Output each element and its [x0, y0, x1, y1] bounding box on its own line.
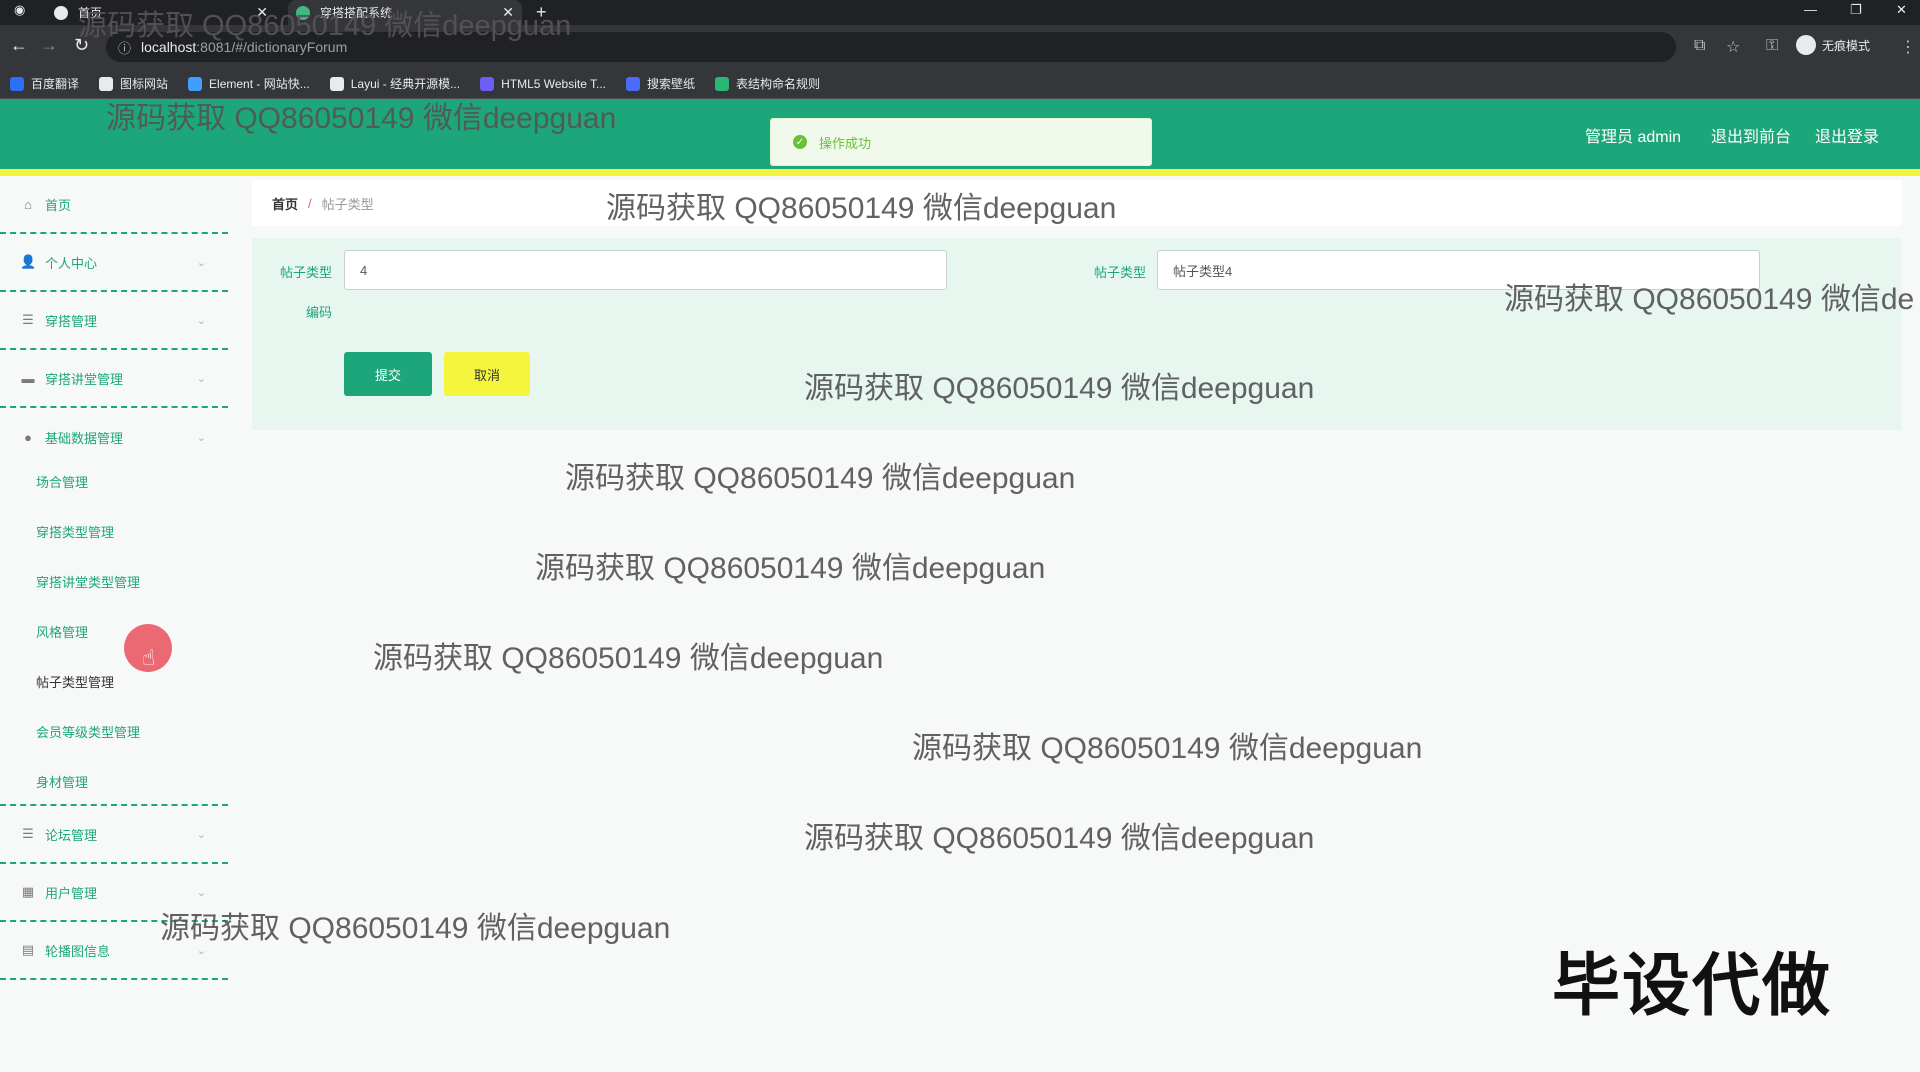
- logout-link[interactable]: 退出登录: [1815, 123, 1879, 147]
- archive-icon: ▤: [21, 942, 35, 957]
- sidebar-item-label: 基础数据管理: [45, 430, 124, 446]
- bookmark-icon: [99, 76, 114, 91]
- bookmark-item[interactable]: Layui - 经典开源模...: [329, 75, 461, 92]
- chevron-down-icon: ⌄: [196, 431, 206, 444]
- bookmark-item[interactable]: 搜索壁纸: [626, 75, 695, 92]
- key-icon[interactable]: ⚿: [1766, 37, 1778, 55]
- sidebar-item[interactable]: ● 基础数据管理 ⌄: [0, 408, 228, 466]
- hand-cursor-icon: ☝: [142, 645, 156, 670]
- watermark: 源码获取 QQ86050149 微信deepguan: [606, 192, 1117, 225]
- watermark: 源码获取 QQ86050149 微信deepguan: [804, 372, 1315, 405]
- bookmark-label: 图标网站: [120, 77, 169, 91]
- check-icon: ✓: [793, 135, 807, 149]
- submenu-item[interactable]: 穿搭类型管理: [36, 522, 114, 541]
- submenu-item[interactable]: 风格管理: [36, 622, 88, 641]
- incognito-indicator[interactable]: 无痕模式: [1796, 35, 1870, 55]
- bookmark-label: HTML5 Website T...: [501, 76, 607, 91]
- bookmark-icon: [188, 76, 203, 91]
- sidebar-item-label: 轮播图信息: [45, 943, 111, 959]
- translate-icon[interactable]: ⧉: [1694, 37, 1705, 55]
- bookmark-item[interactable]: HTML5 Website T...: [480, 76, 607, 91]
- bookmark-label: Layui - 经典开源模...: [350, 77, 461, 91]
- watermark: 源码获取 QQ86050149 微信deepguan: [912, 732, 1423, 765]
- sidebar-item-label: 个人中心: [45, 255, 98, 271]
- chevron-down-icon: ⌄: [196, 886, 206, 899]
- bookmark-item[interactable]: 百度翻译: [10, 75, 79, 92]
- sidebar-item-label: 穿搭管理: [45, 313, 98, 329]
- submenu-item[interactable]: 会员等级类型管理: [36, 722, 140, 741]
- code-label-line2: 编码: [305, 305, 332, 320]
- code-input[interactable]: 4: [344, 250, 947, 290]
- bookmark-star-icon[interactable]: ☆: [1726, 37, 1740, 57]
- chrome-logo-icon: ◉: [14, 2, 26, 17]
- sidebar-item[interactable]: ☰ 穿搭管理 ⌄: [0, 292, 228, 350]
- incognito-icon: [1796, 35, 1816, 55]
- sidebar-item-label: 穿搭讲堂管理: [45, 371, 124, 387]
- back-icon[interactable]: ←: [10, 35, 28, 56]
- sidebar-item-label: 首页: [45, 197, 72, 213]
- watermark: 源码获取 QQ86050149 微信deepguan: [373, 642, 884, 675]
- sidebar-item-label: 论坛管理: [45, 827, 98, 843]
- bookmark-item[interactable]: Element - 网站快...: [188, 75, 310, 92]
- more-menu-icon[interactable]: ⋮: [1900, 37, 1916, 57]
- watermark: 源码获取 QQ86050149 微信deepguan: [106, 102, 617, 135]
- bookmark-icon: [10, 76, 24, 91]
- bookmark-label: 搜索壁纸: [647, 77, 696, 91]
- sidebar-item[interactable]: ▬ 穿搭讲堂管理 ⌄: [0, 350, 228, 408]
- home-icon: ⌂: [24, 196, 32, 212]
- chat-icon: ▬: [21, 370, 35, 386]
- overlay-caption: 毕设代做: [1552, 948, 1833, 1024]
- bookmark-item[interactable]: 图标网站: [99, 75, 168, 92]
- breadcrumb-current: 帖子类型: [321, 196, 374, 212]
- sidebar-item[interactable]: ☰ 论坛管理 ⌄: [0, 806, 228, 864]
- bookmark-icon: [715, 76, 730, 91]
- menu-icon: ☰: [22, 312, 34, 327]
- bookmark-label: 百度翻译: [31, 77, 80, 91]
- watermark: 源码获取 QQ86050149 微信deepguan: [160, 912, 671, 945]
- header-accent-strip: [0, 169, 1920, 176]
- bookmark-label: 表结构命名规则: [736, 77, 821, 91]
- front-link[interactable]: 退出到前台: [1711, 123, 1791, 147]
- submenu-item[interactable]: 穿搭讲堂类型管理: [36, 572, 140, 591]
- watermark: 源码获取 QQ86050149 微信deepguan: [78, 10, 572, 42]
- sidebar-item[interactable]: ⌂ 首页: [0, 176, 228, 234]
- close-window-icon[interactable]: ✕: [1896, 2, 1907, 18]
- watermark: 源码获取 QQ86050149 微信deepguan: [565, 462, 1076, 495]
- submit-button[interactable]: 提交: [344, 352, 432, 396]
- bookmark-icon: [329, 76, 344, 91]
- success-toast: ✓ 操作成功: [770, 118, 1152, 166]
- watermark: 源码获取 QQ86050149 微信deepguan: [535, 552, 1046, 585]
- user-icon: 👤: [20, 254, 37, 269]
- globe-icon: [54, 5, 68, 20]
- cancel-button[interactable]: 取消: [444, 352, 530, 396]
- chevron-down-icon: ⌄: [196, 256, 206, 269]
- submenu-item[interactable]: 场合管理: [36, 472, 88, 491]
- forward-icon[interactable]: →: [40, 35, 58, 56]
- incognito-label: 无痕模式: [1822, 38, 1871, 53]
- restore-icon[interactable]: ❐: [1850, 2, 1862, 18]
- bookmark-icon: [480, 76, 495, 91]
- submenu-item[interactable]: 身材管理: [36, 772, 88, 791]
- bookmark-label: Element - 网站快...: [209, 77, 310, 91]
- minimize-icon[interactable]: —: [1804, 2, 1817, 17]
- chevron-down-icon: ⌄: [196, 828, 206, 841]
- pin-icon: ●: [24, 429, 32, 445]
- sidebar-item-label: 用户管理: [45, 885, 98, 901]
- grid-icon: ▦: [21, 884, 35, 899]
- watermark: 源码获取 QQ86050149 微信de: [1504, 283, 1915, 316]
- submenu-item[interactable]: 帖子类型管理: [36, 672, 114, 691]
- admin-label: 管理员 admin: [1585, 129, 1682, 146]
- chevron-down-icon: ⌄: [196, 314, 206, 327]
- bookmark-item[interactable]: 表结构命名规则: [715, 75, 820, 92]
- watermark: 源码获取 QQ86050149 微信deepguan: [804, 822, 1315, 855]
- toast-message: 操作成功: [819, 135, 872, 151]
- chevron-down-icon: ⌄: [196, 372, 206, 385]
- breadcrumb-separator: /: [308, 195, 312, 211]
- sidebar-item[interactable]: 👤 个人中心 ⌄: [0, 234, 228, 292]
- list-icon: ☰: [22, 826, 34, 841]
- bookmark-icon: [626, 76, 641, 91]
- name-label: 帖子类型: [1093, 265, 1146, 280]
- code-label: 帖子类型: [279, 265, 332, 280]
- breadcrumb-home[interactable]: 首页: [272, 194, 298, 213]
